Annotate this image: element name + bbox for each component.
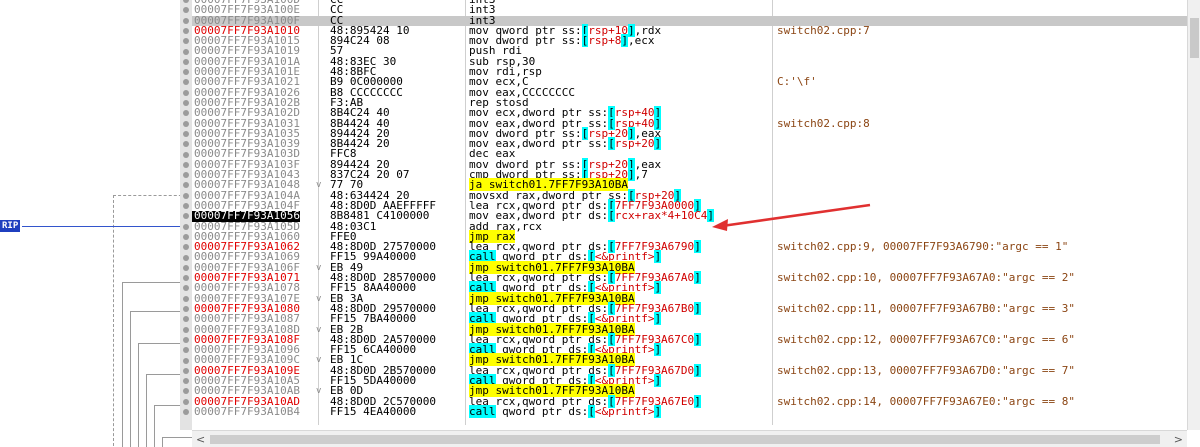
- instruction-segment: ]: [654, 250, 662, 264]
- rip-arrow: [22, 226, 188, 227]
- disasm-row[interactable]: 00007FF7F93A10B4 FF15 4EA40000 call qword …: [192, 404, 1187, 418]
- vertical-scroll-thumb[interactable]: [1190, 18, 1199, 58]
- breakpoint-dot[interactable]: [183, 151, 189, 158]
- instruction-segment: ]: [654, 343, 662, 357]
- breakpoint-dot[interactable]: [183, 100, 189, 106]
- instruction-segment: ]: [627, 168, 635, 182]
- comment-cell: switch02.cpp:13, 00007FF7F93A67D0:"argc …: [777, 363, 1076, 377]
- instruction-segment: ,ecx: [627, 34, 655, 48]
- scroll-left-arrow-icon[interactable]: <: [196, 433, 205, 446]
- breakpoint-dot[interactable]: [183, 48, 189, 55]
- breakpoint-dot[interactable]: [183, 409, 189, 415]
- breakpoint-dot[interactable]: [183, 326, 189, 333]
- breakpoint-dot[interactable]: [183, 89, 189, 96]
- comment-cell: switch02.cpp:9, 00007FF7F93A6790:"argc =…: [777, 240, 1069, 254]
- breakpoint-dot[interactable]: [183, 203, 189, 209]
- breakpoint-dot[interactable]: [183, 357, 189, 364]
- breakpoint-dot[interactable]: [183, 161, 189, 168]
- instruction-segment: [: [608, 137, 615, 151]
- breakpoint-dot[interactable]: [183, 295, 189, 302]
- instruction-segment: ,7: [634, 168, 648, 182]
- instruction-segment: call: [469, 404, 496, 418]
- breakpoint-dot[interactable]: [183, 58, 189, 65]
- instruction-segment: ]: [654, 137, 662, 151]
- breakpoint-dot[interactable]: [183, 27, 189, 34]
- instruction-segment: ]: [694, 240, 701, 254]
- instruction-segment: ]: [654, 281, 662, 295]
- breakpoint-dot[interactable]: [183, 336, 189, 343]
- jump-gutter: RIP: [0, 0, 192, 447]
- jump-line: [162, 437, 192, 447]
- comment-cell: switch02.cpp:10, 00007FF7F93A67A0:"argc …: [777, 271, 1076, 285]
- breakpoint-dot[interactable]: [183, 223, 189, 230]
- instruction-segment: <&printf>: [594, 404, 655, 418]
- instruction-segment: qword ptr ds:: [495, 404, 589, 418]
- disassembly-window: RIP 00007FF7F93A100DCCint300007FF7F93A10…: [0, 0, 1200, 447]
- jump-arrow-icon: v: [316, 262, 322, 273]
- instruction-segment: ]: [694, 394, 701, 408]
- instruction-segment: [: [588, 404, 595, 418]
- breakpoint-dot[interactable]: [183, 130, 189, 137]
- jump-arrow-icon: v: [316, 180, 322, 191]
- instruction-segment: ]: [694, 301, 701, 315]
- comment-cell: switch02.cpp:7: [777, 23, 870, 37]
- instruction-segment: rsp+8: [588, 34, 622, 48]
- jump-arrow-icon: v: [316, 355, 322, 366]
- breakpoint-dot[interactable]: [183, 233, 189, 240]
- jump-arrow-icon: v: [316, 324, 322, 335]
- instruction-segment: [: [608, 209, 615, 223]
- instruction-segment: rsp+20: [614, 137, 655, 151]
- instruction-segment: ]: [654, 312, 662, 326]
- breakpoint-dot[interactable]: [183, 306, 189, 312]
- comment-cell: switch02.cpp:11, 00007FF7F93A67B0:"argc …: [777, 301, 1076, 315]
- instruction-segment: ]: [621, 34, 628, 48]
- breakpoint-dot[interactable]: [183, 192, 189, 199]
- disassembly-listing[interactable]: 00007FF7F93A100DCCint300007FF7F93A100ECC…: [192, 0, 1187, 430]
- instruction-segment: ]: [694, 363, 701, 377]
- address-cell: 00007FF7F93A10B4: [194, 404, 300, 418]
- instruction-segment: ]: [707, 209, 715, 223]
- breakpoint-dot[interactable]: [183, 17, 189, 24]
- instruction-segment: rcx+rax*4+10C4: [614, 209, 708, 223]
- scroll-right-arrow-icon[interactable]: >: [1174, 433, 1183, 446]
- instruction-segment: ]: [654, 373, 662, 387]
- bytes-cell: FF15 4EA40000: [330, 404, 417, 418]
- rip-label: RIP: [0, 220, 21, 232]
- comment-cell: switch02.cpp:14, 00007FF7F93A67E0:"argc …: [777, 394, 1076, 408]
- breakpoint-dot[interactable]: [183, 254, 189, 261]
- breakpoint-dot[interactable]: [183, 264, 189, 271]
- instruction-segment: ]: [654, 404, 662, 418]
- horizontal-scrollbar[interactable]: < >: [192, 430, 1187, 447]
- instruction-cell: call qword ptr ds:[<&printf>]: [469, 404, 662, 418]
- comment-cell: C:'\f': [777, 75, 817, 89]
- breakpoint-dot[interactable]: [183, 398, 189, 405]
- comment-cell: switch02.cpp:12, 00007FF7F93A67C0:"argc …: [777, 332, 1076, 346]
- horizontal-scroll-thumb[interactable]: [210, 435, 1160, 444]
- breakpoint-dot[interactable]: [183, 367, 189, 374]
- vertical-scrollbar[interactable]: [1187, 0, 1200, 430]
- jump-arrow-icon: v: [316, 293, 322, 304]
- comment-cell: switch02.cpp:8: [777, 116, 870, 130]
- instruction-segment: ]: [694, 332, 701, 346]
- jump-arrow-icon: v: [316, 386, 322, 397]
- instruction-segment: ]: [694, 271, 701, 285]
- breakpoint-dot[interactable]: [183, 120, 189, 127]
